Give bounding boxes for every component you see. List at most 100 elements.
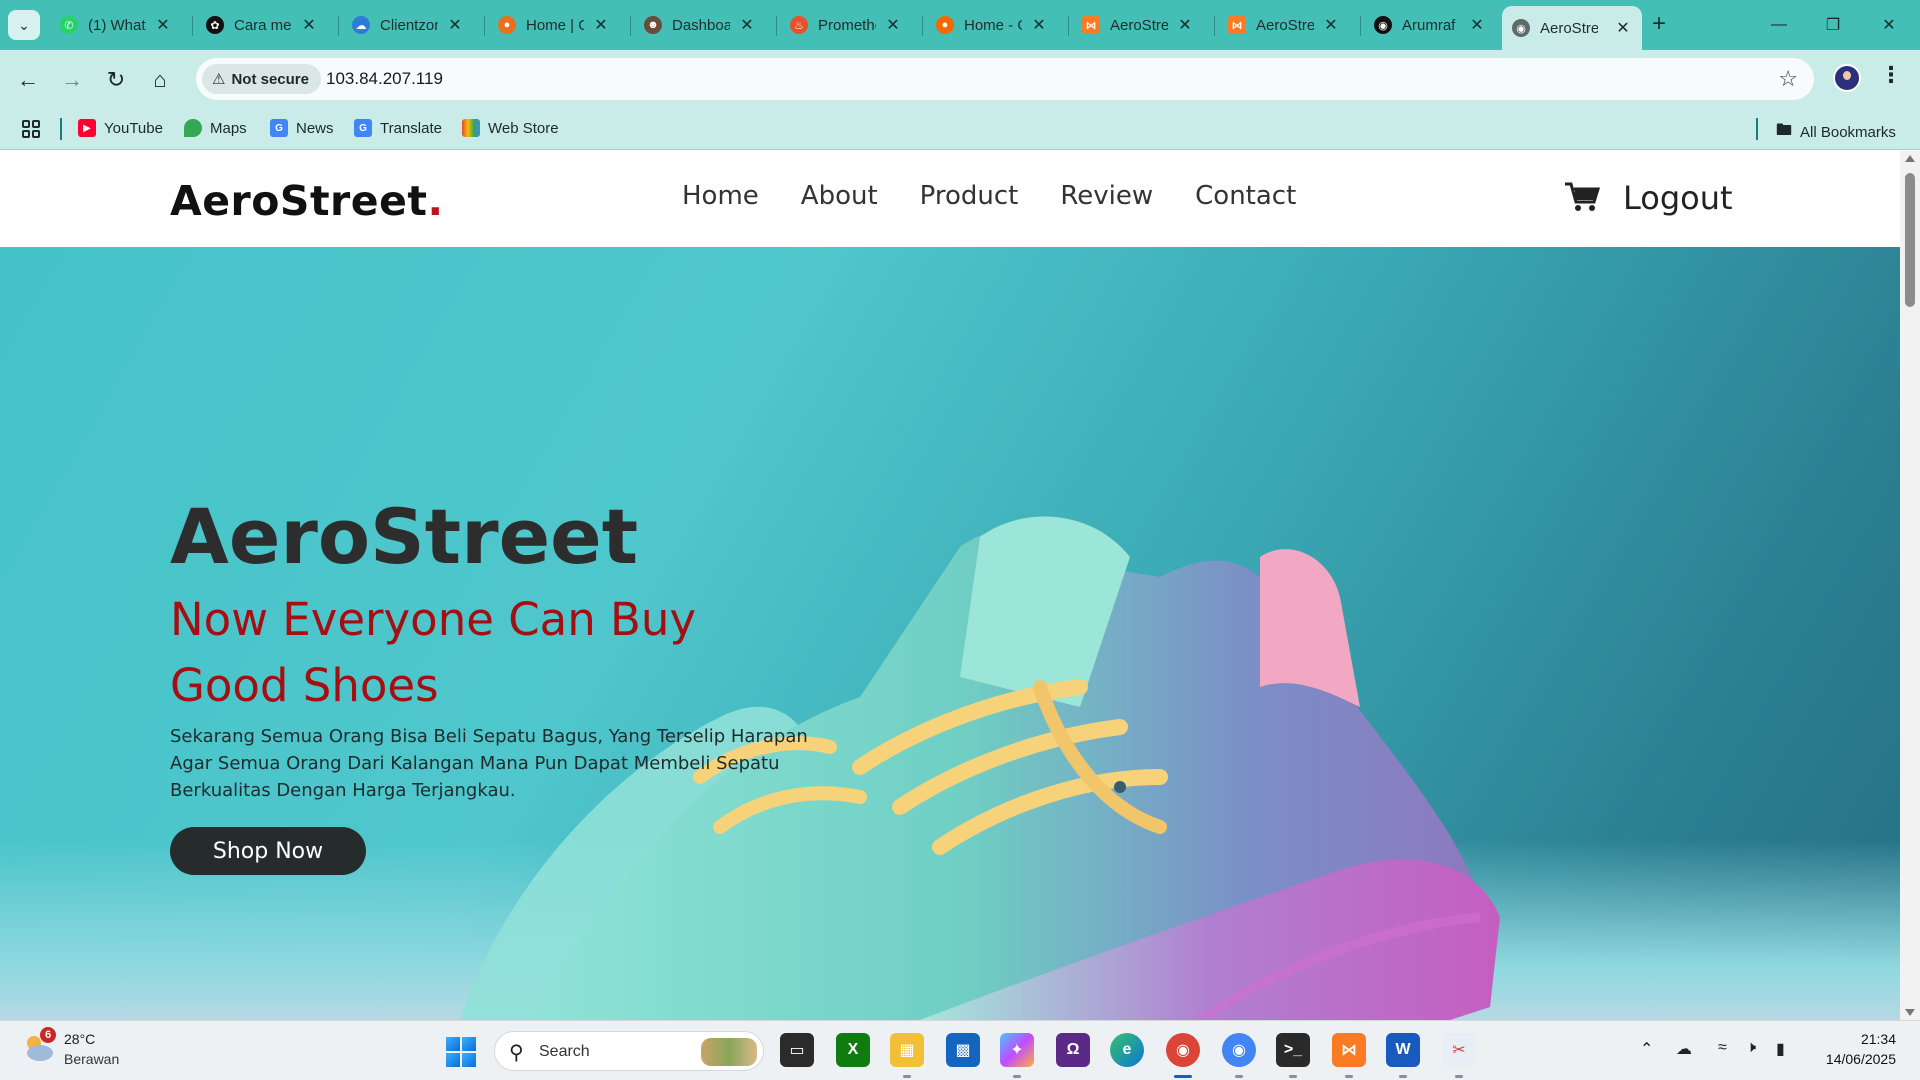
nav-product-link[interactable]: Product bbox=[920, 181, 1019, 211]
tab-aerostreet-active[interactable]: ◉ AeroStreet ✕ bbox=[1502, 6, 1642, 50]
bookmark-webstore[interactable]: Web Store bbox=[462, 119, 559, 137]
volume-icon[interactable]: 🕨 bbox=[1746, 1039, 1756, 1057]
menu-kebab-icon[interactable]: ⋮ bbox=[1880, 62, 1902, 88]
tab-title: Cara membuat bbox=[234, 16, 292, 34]
close-icon[interactable]: ✕ bbox=[1322, 15, 1340, 35]
tab-title: Arumraf bbox=[1402, 16, 1456, 34]
folder-icon: 🖿 bbox=[1776, 122, 1793, 139]
profile-avatar[interactable] bbox=[1833, 64, 1861, 92]
chrome-icon[interactable]: ◉ bbox=[1166, 1033, 1200, 1067]
prometheus-icon: ♨ bbox=[790, 16, 808, 34]
nav-about-link[interactable]: About bbox=[801, 181, 878, 211]
close-icon[interactable]: ✕ bbox=[1614, 18, 1632, 38]
site-menu: Home About Product Review Contact bbox=[682, 181, 1338, 211]
bookmark-news[interactable]: G News bbox=[270, 119, 334, 137]
all-bookmarks-label: All Bookmarks bbox=[1800, 124, 1896, 141]
scroll-down-icon[interactable] bbox=[1905, 1009, 1915, 1016]
taskbar-search[interactable]: ⚲ Search bbox=[494, 1031, 764, 1071]
tab-clientzone[interactable]: ☁ Clientzone ✕ bbox=[342, 6, 474, 44]
forward-button[interactable]: → bbox=[56, 64, 88, 96]
wifi-icon[interactable]: ≈ bbox=[1718, 1039, 1727, 1057]
security-chip[interactable]: ⚠ Not secure bbox=[202, 64, 321, 94]
snipping-tool-icon[interactable]: ✂ bbox=[1442, 1033, 1476, 1067]
bookmark-label: Maps bbox=[210, 119, 247, 137]
tab-dashboard[interactable]: ☻ Dashboard ✕ bbox=[634, 6, 766, 44]
close-icon[interactable]: ✕ bbox=[738, 15, 756, 35]
close-icon[interactable]: ✕ bbox=[1176, 15, 1194, 35]
grafana-icon: ● bbox=[498, 16, 516, 34]
tab-aerostreet-2[interactable]: ⋈ AeroStreet ✕ bbox=[1218, 6, 1350, 44]
shopping-cart-icon[interactable] bbox=[1564, 181, 1601, 221]
clock-date[interactable]: 14/06/2025 bbox=[1808, 1051, 1896, 1067]
clock-time[interactable]: 21:34 bbox=[1824, 1031, 1896, 1047]
word-icon[interactable]: W bbox=[1386, 1033, 1420, 1067]
shop-now-button[interactable]: Shop Now bbox=[170, 827, 366, 875]
avatar-icon: ☻ bbox=[644, 16, 662, 34]
tab-prometheus[interactable]: ♨ Prometheus ✕ bbox=[780, 6, 912, 44]
scrollbar-thumb[interactable] bbox=[1905, 173, 1915, 307]
address-bar[interactable]: ⚠ Not secure 103.84.207.119 ☆ bbox=[196, 58, 1814, 100]
close-icon[interactable]: ✕ bbox=[592, 15, 610, 35]
xbox-icon[interactable]: X bbox=[836, 1033, 870, 1067]
tab-chatgpt[interactable]: ✿ Cara membuat ✕ bbox=[196, 6, 328, 44]
nav-review-link[interactable]: Review bbox=[1060, 181, 1153, 211]
bookmarks-bar: ▶ YouTube Maps G News G Translate Web St… bbox=[0, 108, 1920, 150]
terminal-icon[interactable]: >_ bbox=[1276, 1033, 1310, 1067]
close-icon[interactable]: ✕ bbox=[154, 15, 172, 35]
close-icon[interactable]: ✕ bbox=[1468, 15, 1486, 35]
tab-whatsapp[interactable]: ✆ (1) WhatsApp ✕ bbox=[50, 6, 182, 44]
weather-temperature[interactable]: 28°C bbox=[64, 1031, 95, 1047]
page-scrollbar[interactable] bbox=[1900, 151, 1920, 1020]
chevron-up-icon[interactable]: ⌃ bbox=[1640, 1039, 1653, 1059]
news-icon: G bbox=[270, 119, 288, 137]
warning-icon: ⚠ bbox=[212, 71, 226, 88]
scroll-up-icon[interactable] bbox=[1905, 155, 1915, 162]
close-icon[interactable]: ✕ bbox=[1030, 15, 1048, 35]
windows-start-icon[interactable] bbox=[446, 1037, 476, 1067]
minimize-button[interactable]: — bbox=[1756, 10, 1802, 40]
edge-icon[interactable]: e bbox=[1110, 1033, 1144, 1067]
bookmark-translate[interactable]: G Translate bbox=[354, 119, 442, 137]
all-bookmarks-button[interactable]: 🖿 All Bookmarks bbox=[1776, 119, 1896, 146]
new-tab-button[interactable]: + bbox=[1652, 12, 1666, 36]
home-button[interactable]: ⌂ bbox=[144, 64, 176, 96]
onedrive-offline-icon[interactable]: ☁ bbox=[1676, 1039, 1692, 1059]
file-explorer-icon[interactable]: ▦ bbox=[890, 1033, 924, 1067]
url-text[interactable]: 103.84.207.119 bbox=[326, 69, 443, 89]
nav-contact-link[interactable]: Contact bbox=[1195, 181, 1296, 211]
bookmark-star-icon[interactable]: ☆ bbox=[1778, 66, 1798, 92]
close-icon[interactable]: ✕ bbox=[300, 15, 318, 35]
tab-title: AeroStreet bbox=[1256, 16, 1314, 34]
task-view-icon[interactable]: ▭ bbox=[780, 1033, 814, 1067]
proton-vpn-icon[interactable]: Ω bbox=[1056, 1033, 1090, 1067]
chrome-profile-icon[interactable]: ◉ bbox=[1222, 1033, 1256, 1067]
chevron-down-icon: ⌄ bbox=[18, 16, 30, 33]
microsoft-store-icon[interactable]: ▩ bbox=[946, 1033, 980, 1067]
battery-icon[interactable]: ▮ bbox=[1776, 1039, 1785, 1059]
tab-grafana-home[interactable]: ● Home | Grafana ✕ bbox=[488, 6, 620, 44]
bookmark-maps[interactable]: Maps bbox=[184, 119, 247, 137]
tab-grafana[interactable]: ● Home - Grafana ✕ bbox=[926, 6, 1058, 44]
xampp-icon: ⋈ bbox=[1228, 16, 1246, 34]
weather-description[interactable]: Berawan bbox=[64, 1051, 119, 1067]
bookmark-youtube[interactable]: ▶ YouTube bbox=[78, 119, 163, 137]
site-logo[interactable]: AeroStreet. bbox=[170, 177, 444, 225]
xampp-icon[interactable]: ⋈ bbox=[1332, 1033, 1366, 1067]
tab-github[interactable]: ◉ Arumraf ✕ bbox=[1364, 6, 1496, 44]
restore-button[interactable]: ❐ bbox=[1810, 10, 1856, 40]
tab-aerostreet-1[interactable]: ⋈ AeroStreet ✕ bbox=[1072, 6, 1204, 44]
close-icon[interactable]: ✕ bbox=[446, 15, 464, 35]
back-button[interactable]: ← bbox=[12, 64, 44, 96]
tab-search-button[interactable]: ⌄ bbox=[8, 10, 40, 40]
search-icon: ⚲ bbox=[509, 1042, 524, 1064]
apps-grid-icon[interactable] bbox=[22, 120, 40, 138]
webstore-icon bbox=[462, 119, 480, 137]
nav-home-link[interactable]: Home bbox=[682, 181, 759, 211]
close-icon[interactable]: ✕ bbox=[884, 15, 902, 35]
copilot-icon[interactable]: ✦ bbox=[1000, 1033, 1034, 1067]
close-window-button[interactable]: ✕ bbox=[1866, 10, 1912, 40]
chatgpt-icon: ✿ bbox=[206, 16, 224, 34]
reload-button[interactable]: ↻ bbox=[100, 64, 132, 96]
tab-title: (1) WhatsApp bbox=[88, 16, 146, 34]
logout-link[interactable]: Logout bbox=[1623, 179, 1733, 217]
